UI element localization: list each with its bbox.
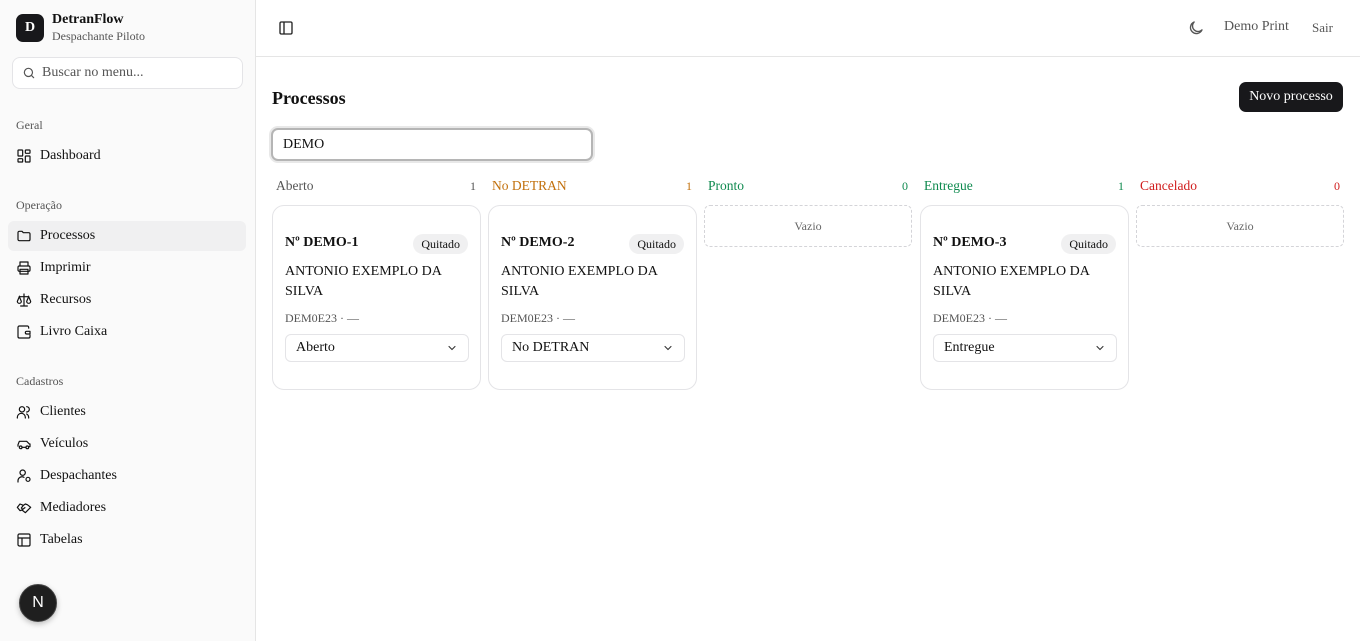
page-title: Processos	[272, 88, 346, 108]
panel-left-icon	[279, 21, 293, 35]
kanban-column-cancelado: Cancelado 0 Vazio	[1136, 178, 1344, 247]
status-select[interactable]: No DETRAN	[501, 334, 685, 362]
column-count: 1	[470, 178, 476, 193]
chevron-down-icon	[664, 345, 672, 351]
sidebar-item-label: Dashboard	[40, 148, 101, 163]
dev-tools-badge[interactable]: N	[19, 584, 57, 622]
group-label-operacao: Operação	[16, 198, 62, 212]
sidebar-item-dashboard[interactable]: Dashboard	[8, 141, 246, 171]
sidebar-item-processos[interactable]: Processos	[8, 221, 246, 251]
chevron-down-icon	[448, 345, 456, 351]
new-process-button[interactable]: Novo processo	[1239, 82, 1343, 112]
wallet-icon	[17, 325, 31, 339]
column-title: Aberto	[276, 178, 314, 193]
car-icon	[17, 440, 31, 450]
sidebar-item-despachantes[interactable]: Despachantes	[8, 461, 246, 491]
vehicle-plate: DEM0E23 · —	[933, 311, 1007, 325]
user-name: Demo Print	[1224, 19, 1289, 34]
status-select[interactable]: Aberto	[285, 334, 469, 362]
sidebar-item-mediadores[interactable]: Mediadores	[8, 493, 246, 523]
sidebar-item-livro-caixa[interactable]: Livro Caixa	[8, 317, 246, 347]
client-name: ANTONIO EXEMPLO DA SILVA	[501, 264, 658, 299]
sidebar-item-clientes[interactable]: Clientes	[8, 397, 246, 427]
brand-subtitle: Despachante Piloto	[52, 29, 145, 43]
sidebar: D DetranFlow Despachante Piloto Geral Da…	[0, 0, 256, 641]
process-number: Nº DEMO-2	[501, 235, 575, 250]
sidebar-item-label: Processos	[40, 228, 96, 243]
payment-badge: Quitado	[629, 234, 684, 254]
sidebar-item-label: Livro Caixa	[40, 324, 108, 339]
dashboard-icon	[17, 149, 31, 163]
scale-icon	[16, 293, 32, 307]
brand[interactable]: D DetranFlow Despachante Piloto	[16, 12, 145, 44]
column-title: Pronto	[708, 178, 745, 193]
menu-search-input[interactable]	[42, 65, 232, 81]
brand-name: DetranFlow	[52, 12, 124, 27]
sidebar-item-recursos[interactable]: Recursos	[8, 285, 246, 315]
process-card[interactable]: Nº DEMO-1 Quitado ANTONIO EXEMPLO DA SIL…	[272, 205, 481, 390]
sidebar-item-label: Imprimir	[40, 260, 91, 275]
brand-logo: D	[16, 14, 44, 42]
kanban-column-entregue: Entregue 1 Nº DEMO-3 Quitado ANTONIO EXE…	[920, 178, 1129, 390]
vehicle-plate: DEM0E23 · —	[501, 311, 575, 325]
moon-icon[interactable]	[1187, 19, 1205, 37]
process-filter-input[interactable]	[271, 128, 593, 161]
column-title: No DETRAN	[492, 178, 567, 193]
sidebar-item-veiculos[interactable]: Veículos	[8, 429, 246, 459]
column-count: 1	[686, 178, 692, 193]
printer-icon	[17, 261, 31, 275]
search-icon	[23, 67, 35, 79]
payment-badge: Quitado	[413, 234, 468, 254]
process-number: Nº DEMO-3	[933, 235, 1007, 250]
menu-search	[12, 57, 243, 89]
status-select-value: Entregue	[944, 340, 995, 355]
client-name: ANTONIO EXEMPLO DA SILVA	[933, 264, 1090, 299]
sidebar-item-label: Veículos	[40, 436, 89, 451]
sidebar-item-label: Recursos	[40, 292, 92, 307]
group-label-cadastros: Cadastros	[16, 374, 64, 388]
column-count: 1	[1118, 178, 1124, 193]
kanban-column-aberto: Aberto 1 Nº DEMO-1 Quitado ANTONIO EXEMP…	[272, 178, 481, 390]
sidebar-item-label: Mediadores	[40, 500, 107, 515]
users-icon	[16, 406, 30, 419]
column-count: 0	[1334, 178, 1340, 193]
sidebar-item-imprimir[interactable]: Imprimir	[8, 253, 246, 283]
status-select[interactable]: Entregue	[933, 334, 1117, 362]
sidebar-item-label: Clientes	[40, 404, 86, 419]
empty-column-placeholder: Vazio	[1136, 205, 1344, 247]
process-card[interactable]: Nº DEMO-3 Quitado ANTONIO EXEMPLO DA SIL…	[920, 205, 1129, 390]
chevron-down-icon	[1096, 345, 1104, 351]
sidebar-item-label: Despachantes	[40, 468, 117, 483]
column-title: Entregue	[924, 178, 973, 193]
folder-icon	[17, 230, 31, 242]
process-card[interactable]: Nº DEMO-2 Quitado ANTONIO EXEMPLO DA SIL…	[488, 205, 697, 390]
user-key-icon	[17, 469, 31, 483]
column-count: 0	[902, 178, 908, 193]
sidebar-item-label: Tabelas	[40, 532, 83, 547]
process-number: Nº DEMO-1	[285, 235, 359, 250]
column-title: Cancelado	[1140, 178, 1197, 193]
client-name: ANTONIO EXEMPLO DA SILVA	[285, 264, 442, 299]
vehicle-plate: DEM0E23 · —	[285, 311, 359, 325]
status-select-value: No DETRAN	[512, 340, 590, 355]
group-label-geral: Geral	[16, 118, 43, 132]
top-header: Demo Print Sair	[256, 0, 1360, 57]
payment-badge: Quitado	[1061, 234, 1116, 254]
table-icon	[17, 533, 31, 547]
sidebar-toggle-button[interactable]	[276, 18, 296, 38]
kanban-column-no-detran: No DETRAN 1 Nº DEMO-2 Quitado ANTONIO EX…	[488, 178, 697, 390]
logout-button[interactable]: Sair	[1312, 20, 1333, 36]
kanban-column-pronto: Pronto 0 Vazio	[704, 178, 912, 247]
sidebar-item-tabelas[interactable]: Tabelas	[8, 525, 246, 555]
empty-column-placeholder: Vazio	[704, 205, 912, 247]
status-select-value: Aberto	[296, 340, 335, 355]
handshake-icon	[16, 503, 32, 514]
